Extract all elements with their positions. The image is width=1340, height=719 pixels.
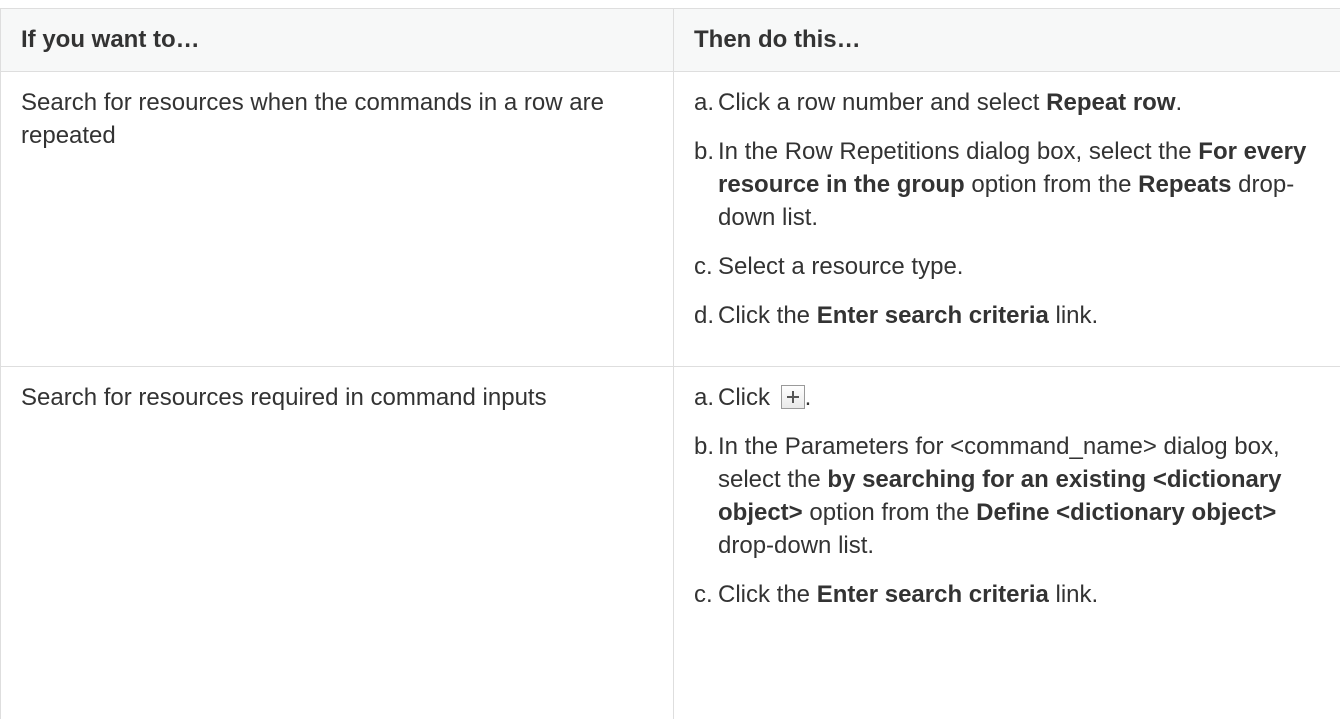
steps-list: a.Click .b.In the Parameters for <comman… (694, 381, 1320, 611)
step-marker: b. (694, 135, 716, 168)
list-item: b.In the Row Repetitions dialog box, sel… (694, 135, 1320, 234)
step-text: Click . (718, 384, 811, 411)
step-marker: c. (694, 578, 716, 611)
step-text: Click the Enter search criteria link. (718, 581, 1098, 608)
step-marker: d. (694, 299, 716, 332)
steps-list: a.Click a row number and select Repeat r… (694, 86, 1320, 332)
bold-term: Enter search criteria (817, 302, 1049, 329)
list-item: b.In the Parameters for <command_name> d… (694, 430, 1320, 562)
table-row: Search for resources required in command… (1, 367, 1340, 719)
step-text: In the Row Repetitions dialog box, selec… (718, 138, 1306, 231)
step-marker: c. (694, 250, 716, 283)
step-marker: a. (694, 86, 716, 119)
header-condition: If you want to… (1, 9, 674, 72)
header-action: Then do this… (674, 9, 1340, 72)
row-condition: Search for resources when the commands i… (1, 72, 674, 367)
bold-term: Define <dictionary object> (976, 499, 1276, 526)
table-row: Search for resources when the commands i… (1, 72, 1340, 367)
step-text: Select a resource type. (718, 253, 963, 280)
step-text: In the Parameters for <command_name> dia… (718, 433, 1282, 559)
list-item: c.Click the Enter search criteria link. (694, 578, 1320, 611)
list-item: d.Click the Enter search criteria link. (694, 299, 1320, 332)
table-header-row: If you want to… Then do this… (1, 9, 1340, 72)
step-text: Click the Enter search criteria link. (718, 302, 1098, 329)
row-steps: a.Click a row number and select Repeat r… (674, 72, 1340, 367)
instructions-table: If you want to… Then do this… Search for… (0, 8, 1340, 719)
list-item: a.Click a row number and select Repeat r… (694, 86, 1320, 119)
list-item: c.Select a resource type. (694, 250, 1320, 283)
bold-term: Enter search criteria (817, 581, 1049, 608)
step-marker: a. (694, 381, 716, 414)
row-steps: a.Click .b.In the Parameters for <comman… (674, 367, 1340, 719)
step-marker: b. (694, 430, 716, 463)
plus-icon (781, 385, 805, 409)
step-text: Click a row number and select Repeat row… (718, 89, 1182, 116)
list-item: a.Click . (694, 381, 1320, 414)
bold-term: Repeats (1138, 171, 1231, 198)
row-condition: Search for resources required in command… (1, 367, 674, 719)
bold-term: Repeat row (1046, 89, 1175, 116)
